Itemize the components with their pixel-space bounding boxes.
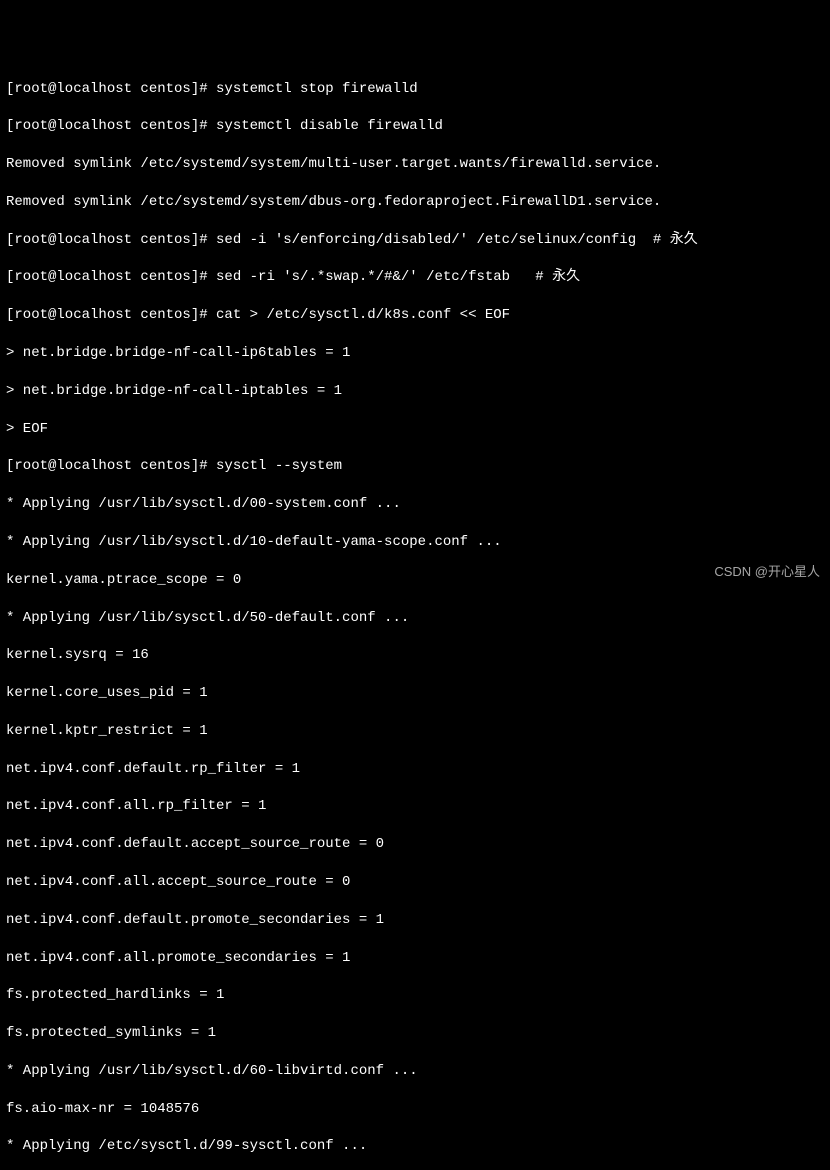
terminal-line: kernel.yama.ptrace_scope = 0 [6,571,824,590]
terminal-line: net.ipv4.conf.default.rp_filter = 1 [6,760,824,779]
terminal-line: net.ipv4.conf.all.rp_filter = 1 [6,797,824,816]
terminal-line: net.ipv4.conf.all.accept_source_route = … [6,873,824,892]
terminal-line: fs.protected_symlinks = 1 [6,1024,824,1043]
terminal-line: [root@localhost centos]# sysctl --system [6,457,824,476]
terminal-line: net.ipv4.conf.default.promote_secondarie… [6,911,824,930]
terminal-line: * Applying /usr/lib/sysctl.d/60-libvirtd… [6,1062,824,1081]
terminal-line: kernel.kptr_restrict = 1 [6,722,824,741]
terminal-line: net.ipv4.conf.all.promote_secondaries = … [6,949,824,968]
terminal-line: > net.bridge.bridge-nf-call-ip6tables = … [6,344,824,363]
terminal-line: [root@localhost centos]# cat > /etc/sysc… [6,306,824,325]
terminal-line: fs.protected_hardlinks = 1 [6,986,824,1005]
terminal-line: Removed symlink /etc/systemd/system/mult… [6,155,824,174]
terminal-line: [root@localhost centos]# sed -ri 's/.*sw… [6,268,824,287]
terminal-line: Removed symlink /etc/systemd/system/dbus… [6,193,824,212]
terminal-line: [root@localhost centos]# sed -i 's/enfor… [6,231,824,250]
watermark-text: CSDN @开心星人 [714,563,820,581]
terminal-line: kernel.core_uses_pid = 1 [6,684,824,703]
terminal-line: fs.aio-max-nr = 1048576 [6,1100,824,1119]
terminal-line: kernel.sysrq = 16 [6,646,824,665]
terminal-line: * Applying /usr/lib/sysctl.d/10-default-… [6,533,824,552]
terminal-line: * Applying /etc/sysctl.d/99-sysctl.conf … [6,1137,824,1156]
terminal-line: net.ipv4.conf.default.accept_source_rout… [6,835,824,854]
terminal-line: [root@localhost centos]# systemctl disab… [6,117,824,136]
terminal-line: * Applying /usr/lib/sysctl.d/00-system.c… [6,495,824,514]
terminal-line: > net.bridge.bridge-nf-call-iptables = 1 [6,382,824,401]
terminal-line: > EOF [6,420,824,439]
terminal-line: [root@localhost centos]# systemctl stop … [6,80,824,99]
terminal-line: * Applying /usr/lib/sysctl.d/50-default.… [6,609,824,628]
